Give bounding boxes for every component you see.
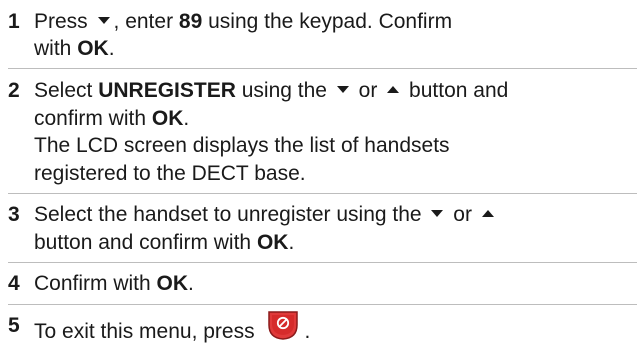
step-2-line-1: Select UNREGISTER using the or button an… <box>34 79 509 102</box>
step-number: 4 <box>8 272 20 295</box>
step-number: 3 <box>8 203 20 226</box>
step-4-line-1: Confirm with OK. <box>34 272 194 295</box>
step-number: 1 <box>8 10 20 33</box>
step-divider <box>8 68 637 69</box>
step-1-line-1: Press , enter 89 using the keypad. Confi… <box>34 10 453 33</box>
step-divider <box>8 193 637 194</box>
step-2-line-2: confirm with OK. <box>34 107 190 130</box>
down-arrow-icon <box>336 85 349 93</box>
step-2-line-3: The LCD screen displays the list of hand… <box>34 134 450 157</box>
step-3-line-1: Select the handset to unregister using t… <box>34 201 498 228</box>
up-arrow-icon <box>387 85 400 93</box>
step-3-line-2: button and confirm with OK. <box>34 231 295 254</box>
step-number: 5 <box>8 314 20 337</box>
down-arrow-icon <box>431 209 444 217</box>
step-divider <box>8 262 637 263</box>
step-2-line-4: registered to the DECT base. <box>34 162 306 185</box>
end-call-key-icon <box>266 308 300 349</box>
down-arrow-icon <box>97 16 110 24</box>
up-arrow-icon <box>481 209 494 217</box>
step-divider <box>8 304 637 305</box>
step-1-line-2: with OK. <box>34 37 115 60</box>
step-number: 2 <box>8 79 20 102</box>
